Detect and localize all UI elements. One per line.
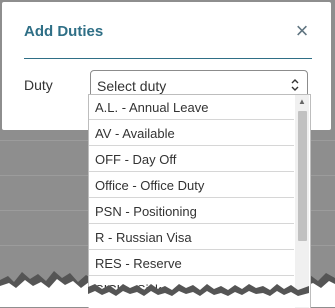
scrollbar-thumb[interactable]	[298, 111, 307, 241]
close-icon: ×	[295, 18, 309, 43]
duty-option-reserve[interactable]: RES - Reserve	[89, 251, 294, 276]
duty-option-office-duty[interactable]: Office - Office Duty	[89, 173, 294, 198]
title-divider	[24, 58, 312, 59]
up-down-chevron-icon	[291, 79, 299, 91]
duty-options-list[interactable]: A.L. - Annual Leave AV - Available OFF -…	[88, 94, 311, 308]
duty-option-positioning[interactable]: PSN - Positioning	[89, 199, 294, 224]
dropdown-torn-overlay	[88, 284, 309, 307]
close-button[interactable]: ×	[292, 18, 312, 43]
duty-option-available[interactable]: AV - Available	[89, 121, 294, 146]
duty-option-day-off[interactable]: OFF - Day Off	[89, 147, 294, 172]
duty-select-value: Select duty	[97, 78, 167, 94]
duty-option-annual-leave[interactable]: A.L. - Annual Leave	[89, 95, 294, 120]
duty-label: Duty	[24, 77, 53, 93]
dialog-title: Add Duties	[24, 23, 104, 40]
dropdown-scrollbar[interactable]: ▲	[295, 95, 309, 308]
duty-option-russian-visa[interactable]: R - Russian Visa	[89, 225, 294, 250]
scroll-up-arrow-icon[interactable]: ▲	[295, 95, 309, 109]
